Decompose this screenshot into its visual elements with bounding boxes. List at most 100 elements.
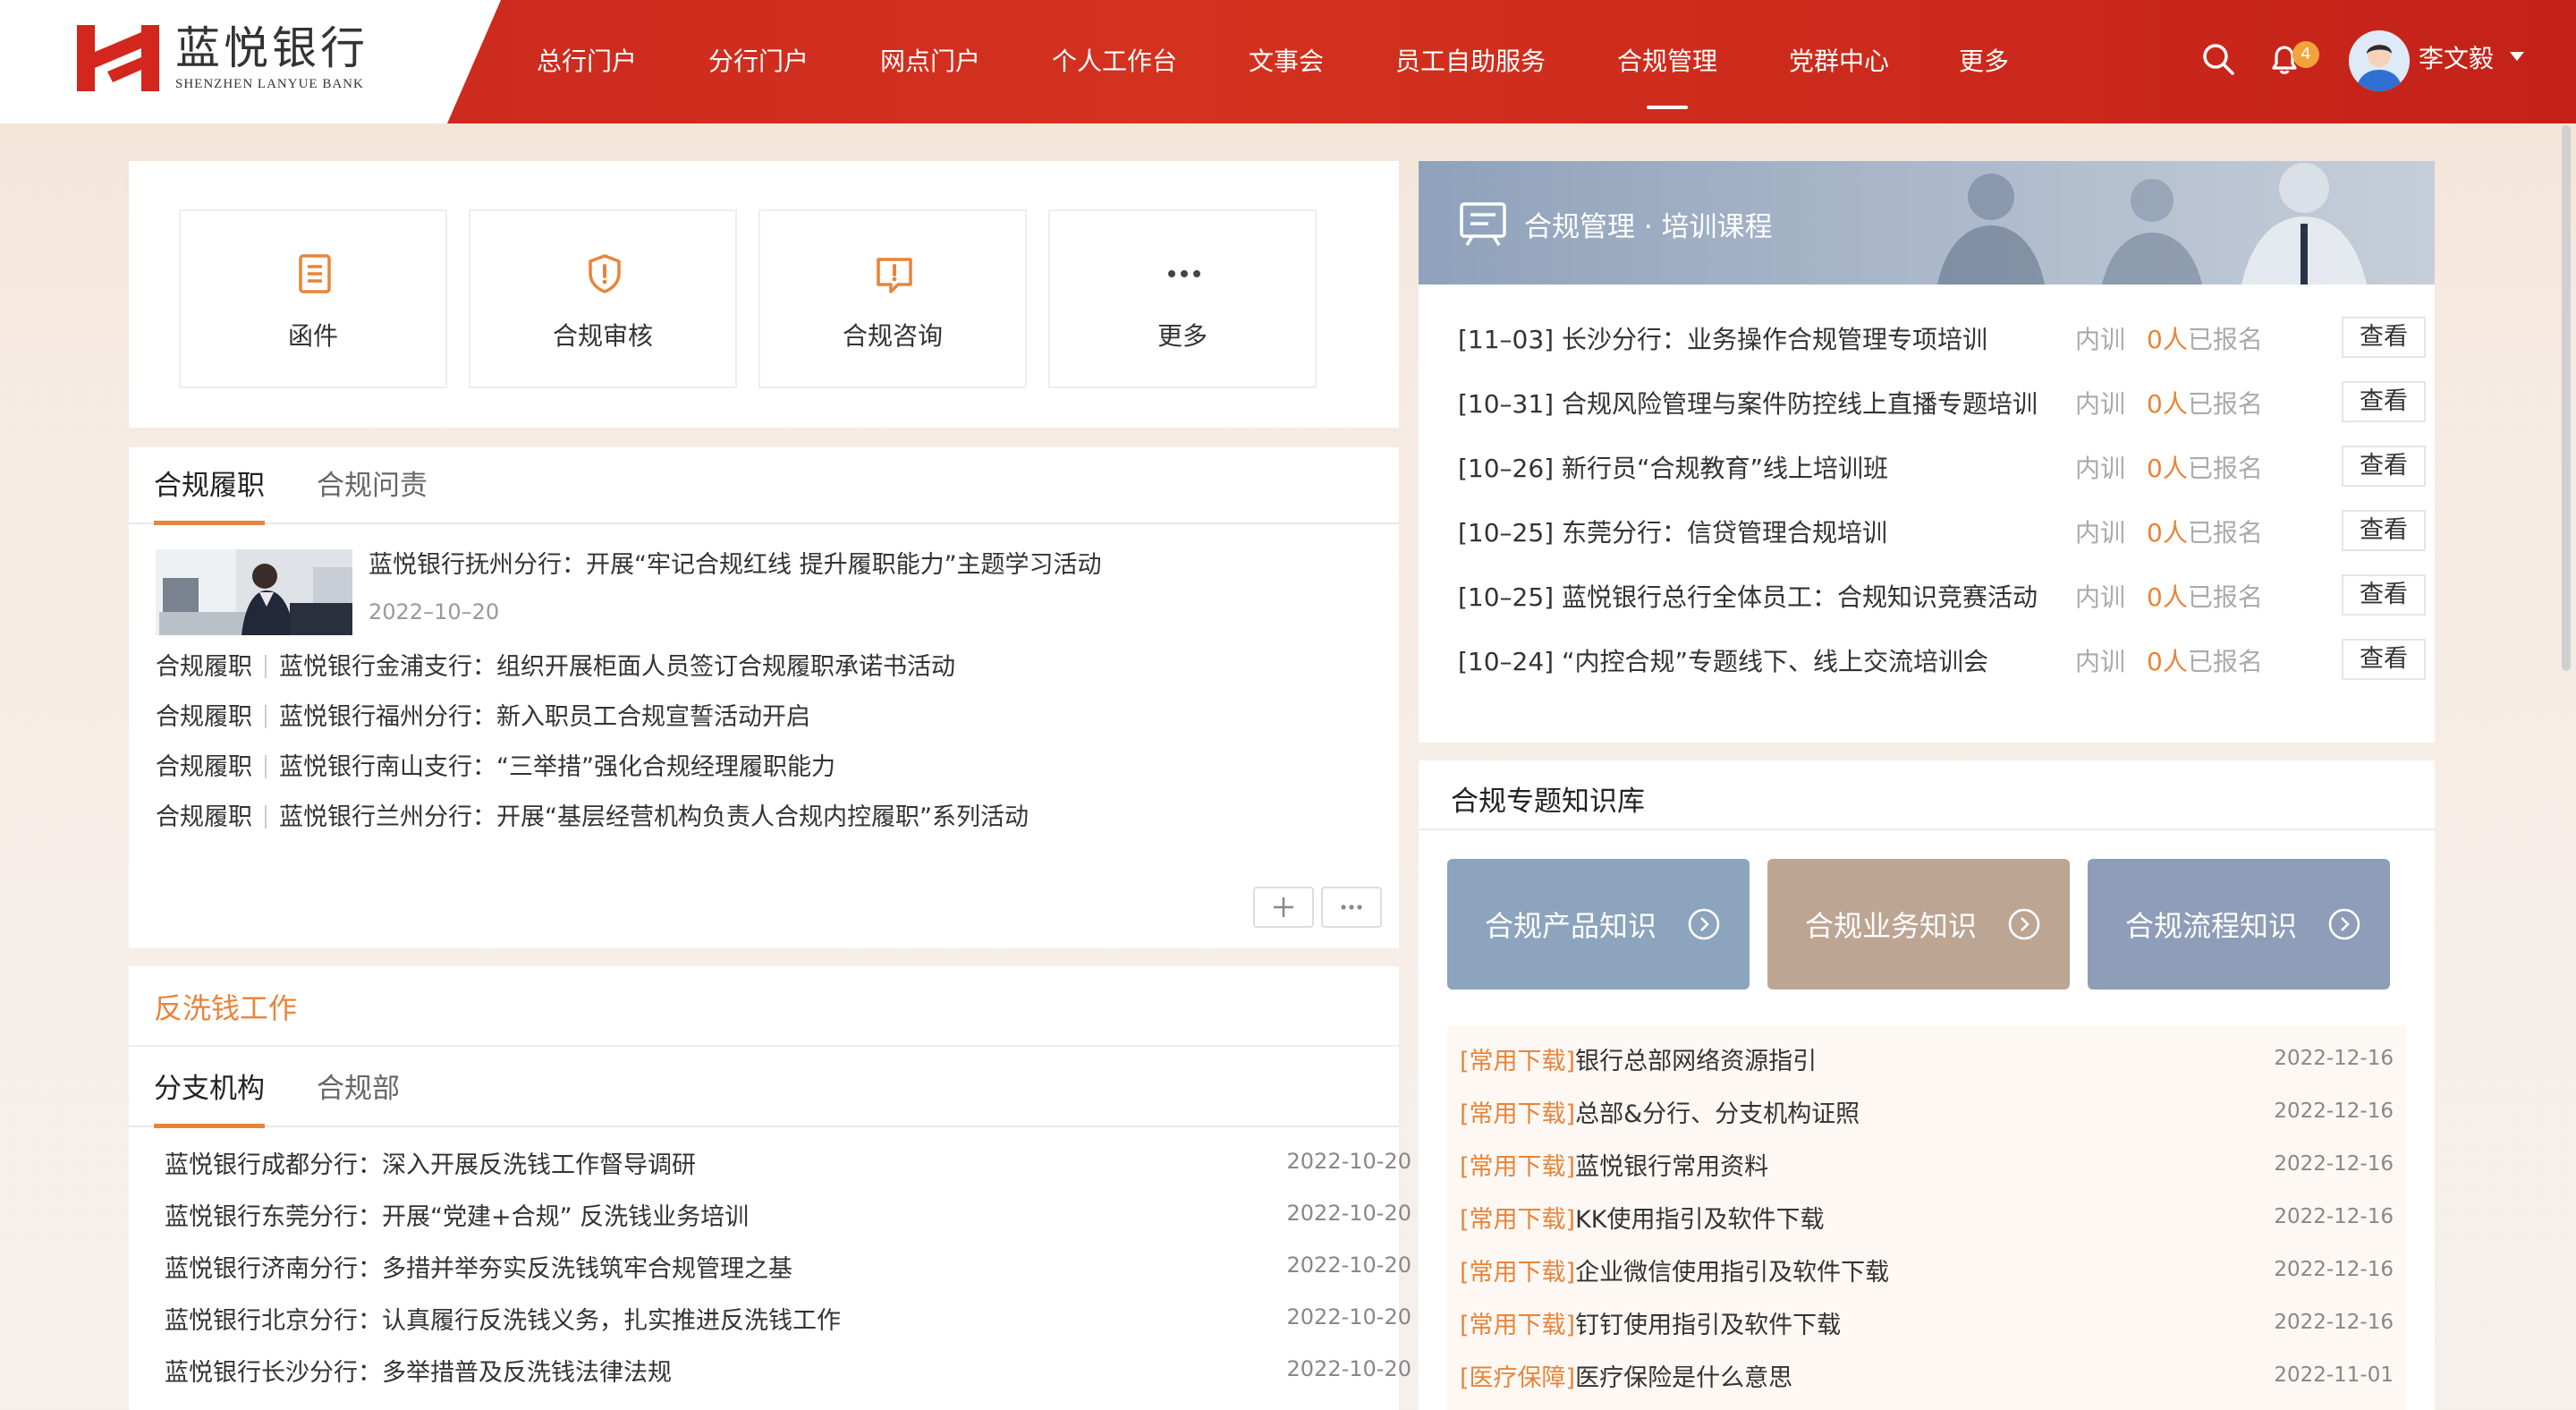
view-button[interactable]: 查看 (2342, 381, 2426, 422)
knowledge-card-business[interactable]: 合规业务知识 (1767, 859, 2070, 990)
quick-link-compliance-review[interactable]: 合规审核 (469, 209, 737, 388)
course-enroll-count: 0人已报名 (2147, 389, 2263, 419)
search-icon[interactable] (2200, 41, 2236, 77)
document-icon (299, 254, 331, 293)
featured-news-thumbnail[interactable] (156, 549, 352, 635)
list-item[interactable]: [常用下载]企业微信使用指引及软件下载 2022-12-16 (1460, 1253, 2394, 1292)
featured-news-date: 2022–10–20 (369, 599, 500, 624)
user-name[interactable]: 李文毅 (2419, 41, 2494, 77)
course-title[interactable]: [10–25] 蓝悦银行总行全体员工：合规知识竞赛活动 (1458, 578, 2038, 614)
table-row[interactable]: 蓝悦银行成都分行：深入开展反洗钱工作督导调研 2022-10-20 (165, 1145, 1411, 1185)
knowledge-panel: 合规专题知识库 合规产品知识 合规业务知识 合规流程知识 [常用下载]银行总部网… (1419, 760, 2435, 1410)
tab-compliance-dept[interactable]: 合规部 (317, 1066, 400, 1111)
view-button[interactable]: 查看 (2342, 639, 2426, 680)
shield-icon (589, 254, 621, 293)
download-title: 钉钉使用指引及软件下载 (1575, 1312, 1842, 1339)
list-item[interactable]: 合规履职 蓝悦银行金浦支行：组织开展柜面人员签订合规履职承诺书活动 (156, 650, 955, 685)
view-button[interactable]: 查看 (2342, 574, 2426, 616)
duty-tabs: 合规履职 合规问责 (129, 447, 1399, 525)
nav-item-self-service[interactable]: 员工自助服务 (1395, 39, 1546, 84)
view-button[interactable]: 查看 (2342, 510, 2426, 551)
news-title: 蓝悦银行福州分行：新入职员工合规宣誓活动开启 (279, 703, 810, 731)
download-title: 总部&分行、分支机构证照 (1575, 1100, 1860, 1128)
course-title[interactable]: [10–26] 新行员“合规教育”线上培训班 (1458, 449, 1888, 485)
tab-compliance-accountability[interactable]: 合规问责 (317, 463, 428, 508)
course-title[interactable]: [11–03] 长沙分行：业务操作合规管理专项培训 (1458, 320, 1987, 356)
nav-item-compliance[interactable]: 合规管理 (1617, 39, 1717, 109)
list-item[interactable]: [常用下载]钉钉使用指引及软件下载 2022-12-16 (1460, 1305, 2394, 1345)
nav-item-party-center[interactable]: 党群中心 (1789, 39, 1889, 84)
knowledge-card-process[interactable]: 合规流程知识 (2088, 859, 2390, 990)
more-button[interactable] (1321, 887, 1382, 928)
divider (129, 1045, 1399, 1047)
more-dots-icon (1168, 270, 1200, 277)
list-item[interactable]: 合规履职 蓝悦银行福州分行：新入职员工合规宣誓活动开启 (156, 700, 810, 735)
avatar[interactable] (2349, 30, 2410, 91)
course-title[interactable]: [10–24] “内控合规”专题线下、线上交流培训会 (1458, 642, 1988, 678)
tab-compliance-duty[interactable]: 合规履职 (154, 463, 265, 525)
nav-item-more[interactable]: 更多 (1959, 39, 2009, 84)
nav-item-outlet-portal[interactable]: 网点门户 (880, 39, 980, 84)
table-row: [10–25] 东莞分行：信贷管理合规培训 内训 0人已报名 查看 (1458, 510, 2426, 555)
download-date: 2022-12-16 (2274, 1258, 2394, 1281)
aml-news-date: 2022-10-20 (1286, 1253, 1411, 1278)
notification-count-badge: 4 (2292, 41, 2319, 68)
page-scrollbar[interactable] (2562, 125, 2571, 671)
view-button[interactable]: 查看 (2342, 317, 2426, 358)
chevron-down-icon[interactable] (2510, 52, 2524, 61)
quick-link-label: 更多 (1157, 321, 1208, 351)
aml-section-title: 反洗钱工作 (154, 991, 298, 1025)
nav-item-branch-portal[interactable]: 分行门户 (708, 39, 809, 84)
table-row: [10–31] 合规风险管理与案件防控线上直播专题培训 内训 0人已报名 查看 (1458, 381, 2426, 426)
nav-item-board[interactable]: 文事会 (1249, 39, 1324, 84)
logo-area[interactable]: 蓝悦银行 SHENZHEN LANYUE BANK (0, 0, 501, 123)
bank-name: 蓝悦银行 (175, 22, 369, 74)
nav-item-workbench[interactable]: 个人工作台 (1052, 39, 1177, 84)
avatar-person-icon (2349, 30, 2410, 91)
knowledge-card-product[interactable]: 合规产品知识 (1447, 859, 1750, 990)
bank-logo-icon (77, 25, 159, 91)
tab-branches[interactable]: 分支机构 (154, 1066, 265, 1128)
course-title[interactable]: [10–31] 合规风险管理与案件防控线上直播专题培训 (1458, 385, 2038, 420)
news-title: 蓝悦银行金浦支行：组织开展柜面人员签订合规履职承诺书活动 (279, 653, 955, 681)
course-type: 内训 (2075, 647, 2126, 676)
table-row[interactable]: 蓝悦银行济南分行：多措并举夯实反洗钱筑牢合规管理之基 2022-10-20 (165, 1249, 1411, 1288)
download-tag: [常用下载] (1460, 1100, 1576, 1128)
aml-news-date: 2022-10-20 (1286, 1201, 1411, 1226)
divider (265, 755, 267, 778)
news-title: 蓝悦银行南山支行：“三举措”强化合规经理履职能力 (279, 753, 835, 781)
quick-links-panel: 函件 合规审核 合规咨询 更多 (129, 161, 1399, 428)
course-title[interactable]: [10–25] 东莞分行：信贷管理合规培训 (1458, 514, 1887, 549)
knowledge-card-label: 合规产品知识 (1485, 909, 1657, 943)
training-title: 合规管理 · 培训课程 (1524, 211, 1773, 243)
list-item[interactable]: 合规履职 蓝悦银行南山支行：“三举措”强化合规经理履职能力 (156, 750, 835, 786)
quick-link-letters[interactable]: 函件 (179, 209, 447, 388)
download-title: 医疗保险是什么意思 (1575, 1364, 1793, 1392)
quick-link-label: 函件 (287, 321, 338, 351)
list-item[interactable]: 合规履职 蓝悦银行兰州分行：开展“基层经营机构负责人合规内控履职”系列活动 (156, 800, 1029, 836)
add-button[interactable] (1253, 887, 1314, 928)
download-date: 2022-12-16 (2274, 1311, 2394, 1334)
table-row: [11–03] 长沙分行：业务操作合规管理专项培训 内训 0人已报名 查看 (1458, 317, 2426, 361)
quick-link-compliance-consult[interactable]: 合规咨询 (758, 209, 1027, 388)
quick-link-more[interactable]: 更多 (1048, 209, 1317, 388)
table-row[interactable]: 蓝悦银行东莞分行：开展“党建+合规” 反洗钱业务培训 2022-10-20 (165, 1197, 1411, 1236)
list-item[interactable]: [常用下载]KK使用指引及软件下载 2022-12-16 (1460, 1200, 2394, 1239)
table-row[interactable]: 蓝悦银行北京分行：认真履行反洗钱义务，扎实推进反洗钱工作 2022-10-20 (165, 1301, 1411, 1340)
view-button[interactable]: 查看 (2342, 446, 2426, 487)
list-item[interactable]: [医疗保障]医疗保险是什么意思 2022-11-01 (1460, 1358, 2394, 1397)
download-tag: [常用下载] (1460, 1259, 1576, 1287)
nav-item-head-portal[interactable]: 总行门户 (537, 39, 637, 84)
list-item[interactable]: [常用下载]银行总部网络资源指引 2022-12-16 (1460, 1041, 2394, 1081)
divider (1419, 828, 2435, 830)
list-item[interactable]: [常用下载]蓝悦银行常用资料 2022-12-16 (1460, 1147, 2394, 1186)
course-enroll-count: 0人已报名 (2147, 325, 2263, 354)
table-row[interactable]: 蓝悦银行长沙分行：多举措普及反洗钱法律法规 2022-10-20 (165, 1353, 1411, 1392)
aml-news-title: 蓝悦银行北京分行：认真履行反洗钱义务，扎实推进反洗钱工作 (165, 1307, 841, 1335)
chevron-right-circle-icon (1688, 908, 1720, 940)
download-title: KK使用指引及软件下载 (1575, 1206, 1825, 1234)
news-tag: 合规履职 (156, 703, 252, 731)
featured-news-title[interactable]: 蓝悦银行抚州分行：开展“牢记合规红线 提升履职能力”主题学习活动 (369, 548, 1102, 583)
download-date: 2022-12-16 (2274, 1152, 2394, 1176)
list-item[interactable]: [常用下载]总部&分行、分支机构证照 2022-12-16 (1460, 1094, 2394, 1134)
